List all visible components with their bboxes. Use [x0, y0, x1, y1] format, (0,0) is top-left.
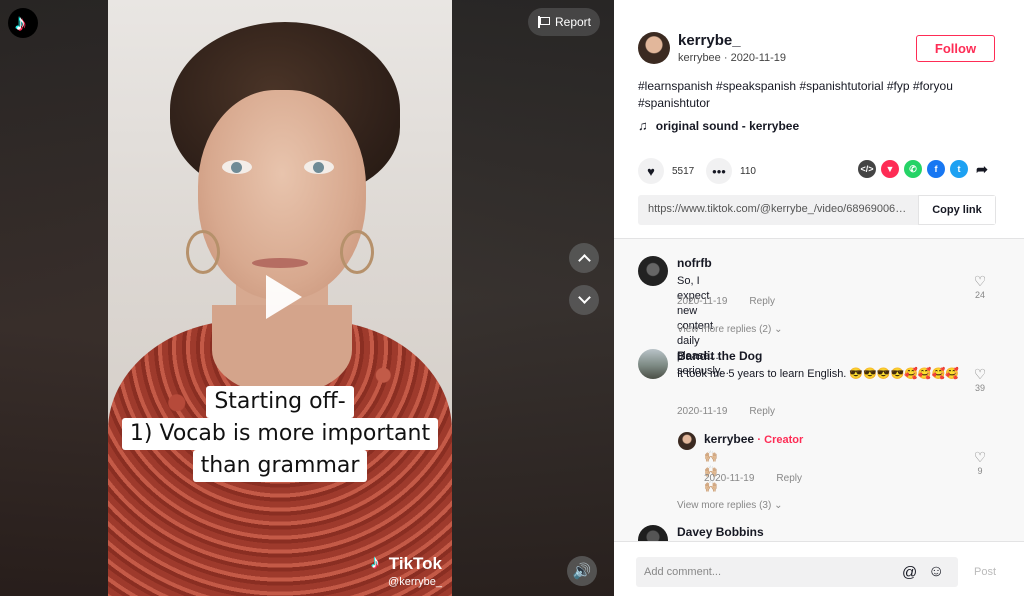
- report-button[interactable]: Report: [528, 8, 600, 36]
- video-subject-face: [198, 90, 366, 300]
- comment-count: 110: [740, 165, 756, 177]
- author-username[interactable]: kerrybe_: [678, 32, 741, 49]
- heart-icon[interactable]: ♥: [638, 158, 664, 184]
- watermark-handle: @kerrybe_: [388, 576, 442, 588]
- video-subject-earring: [186, 230, 220, 274]
- comment-avatar[interactable]: [638, 525, 668, 541]
- music-note-icon: ♫: [638, 118, 648, 133]
- comment-author[interactable]: Davey Bobbins: [677, 525, 764, 539]
- comment-date: 2020-11-19: [677, 296, 728, 307]
- comment-author[interactable]: nofrfb: [677, 256, 712, 270]
- video-subject-eye: [304, 160, 334, 174]
- send-icon[interactable]: ▼: [881, 160, 899, 178]
- comment-author[interactable]: kerrybee · Creator: [704, 432, 803, 446]
- previous-video-button[interactable]: [569, 243, 599, 273]
- whatsapp-icon[interactable]: ✆: [904, 160, 922, 178]
- follow-button[interactable]: Follow: [916, 35, 995, 62]
- reply-button[interactable]: Reply: [749, 296, 775, 307]
- like-stat[interactable]: ♥ 5517: [638, 158, 694, 184]
- view-more-replies[interactable]: View more replies (2) ⌄: [677, 324, 782, 335]
- copy-link-button[interactable]: Copy link: [918, 195, 996, 225]
- embed-icon[interactable]: </>: [858, 160, 876, 178]
- comment-avatar[interactable]: [638, 256, 668, 286]
- post-button[interactable]: Post: [974, 566, 996, 578]
- video-player[interactable]: Starting off- 1) Vocab is more important…: [108, 0, 452, 596]
- reply-button[interactable]: Reply: [776, 473, 802, 484]
- comment-like-count: 39: [974, 383, 985, 393]
- video-subject-eye: [222, 160, 252, 174]
- comment-text: It took me 5 years to learn English. 😎😎😎…: [677, 368, 959, 380]
- watermark-brand: TikTok: [388, 554, 442, 573]
- comment-avatar[interactable]: [678, 432, 696, 450]
- video-subject-mouth: [252, 258, 308, 268]
- tiktok-logo-icon: [371, 552, 385, 573]
- video-panel: Starting off- 1) Vocab is more important…: [0, 0, 614, 596]
- post-hashtags[interactable]: #learnspanish #speakspanish #spanishtuto…: [638, 78, 978, 112]
- reply-button[interactable]: Reply: [749, 406, 775, 417]
- twitter-icon[interactable]: t: [950, 160, 968, 178]
- comment-like[interactable]: ♡ 9: [970, 449, 990, 476]
- video-link-field[interactable]: https://www.tiktok.com/@kerrybe_/video/6…: [638, 195, 918, 225]
- video-link-box: https://www.tiktok.com/@kerrybe_/video/6…: [638, 195, 996, 225]
- heart-outline-icon[interactable]: ♡: [970, 366, 990, 383]
- chevron-down-icon: ⌄: [774, 500, 783, 511]
- comment-like-count: 24: [974, 290, 985, 300]
- video-caption-line: Starting off-: [108, 386, 452, 418]
- speaker-icon: 🔊: [572, 563, 592, 580]
- chevron-up-icon: [577, 254, 591, 267]
- forward-icon[interactable]: ➦: [973, 160, 991, 178]
- report-label: Report: [554, 15, 592, 29]
- comment-icon[interactable]: •••: [706, 158, 732, 184]
- comment-list[interactable]: nofrfb So, I expect new content daily pl…: [614, 239, 1024, 541]
- mention-icon[interactable]: @: [902, 564, 917, 581]
- comment-date: 2020-11-19: [677, 406, 728, 417]
- chevron-down-icon: ⌄: [774, 324, 783, 335]
- play-icon[interactable]: [266, 275, 302, 319]
- comment-stat[interactable]: ••• 110: [706, 158, 756, 184]
- info-panel: kerrybe_ kerrybee · 2020-11-19 Follow #l…: [614, 0, 1024, 596]
- comment-author[interactable]: Bandit the Dog: [677, 349, 762, 363]
- author-nickname-date: kerrybee · 2020-11-19: [678, 52, 787, 64]
- share-icons: </> ▼ ✆ f t ➦: [858, 160, 991, 178]
- comment-composer: Add comment... @ ☺ Post: [614, 541, 1024, 596]
- comment-meta: 2020-11-19 Reply: [704, 473, 802, 484]
- tiktok-logo-icon[interactable]: [8, 8, 38, 38]
- flag-icon: [537, 16, 550, 28]
- tiktok-watermark: TikTok @kerrybe_: [371, 552, 442, 588]
- video-subject-earring: [340, 230, 374, 274]
- chevron-down-icon: [577, 291, 591, 304]
- comment-like[interactable]: ♡ 24: [970, 273, 990, 300]
- author-avatar[interactable]: [638, 32, 670, 64]
- comment-meta: 2020-11-19 Reply: [677, 406, 775, 417]
- creator-badge: · Creator: [757, 434, 804, 446]
- comment-like-count: 9: [977, 466, 983, 476]
- video-caption-line: than grammar: [108, 450, 452, 482]
- sound-link[interactable]: ♫ original sound - kerrybee: [638, 118, 799, 133]
- heart-outline-icon[interactable]: ♡: [970, 273, 990, 290]
- view-more-replies[interactable]: View more replies (3) ⌄: [677, 500, 782, 511]
- comment-like[interactable]: ♡ 39: [970, 366, 990, 393]
- comment-date: 2020-11-19: [704, 473, 755, 484]
- comment-meta: 2020-11-19 Reply: [677, 296, 775, 307]
- facebook-icon[interactable]: f: [927, 160, 945, 178]
- comment-avatar[interactable]: [638, 349, 668, 379]
- sound-title: original sound - kerrybee: [655, 118, 800, 133]
- video-backdrop-left: [0, 0, 108, 596]
- heart-outline-icon[interactable]: ♡: [970, 449, 990, 466]
- like-count: 5517: [672, 165, 695, 177]
- video-caption-line: 1) Vocab is more important: [108, 418, 452, 450]
- emoji-icon[interactable]: ☺: [928, 563, 944, 581]
- volume-button[interactable]: 🔊: [567, 556, 597, 586]
- next-video-button[interactable]: [569, 285, 599, 315]
